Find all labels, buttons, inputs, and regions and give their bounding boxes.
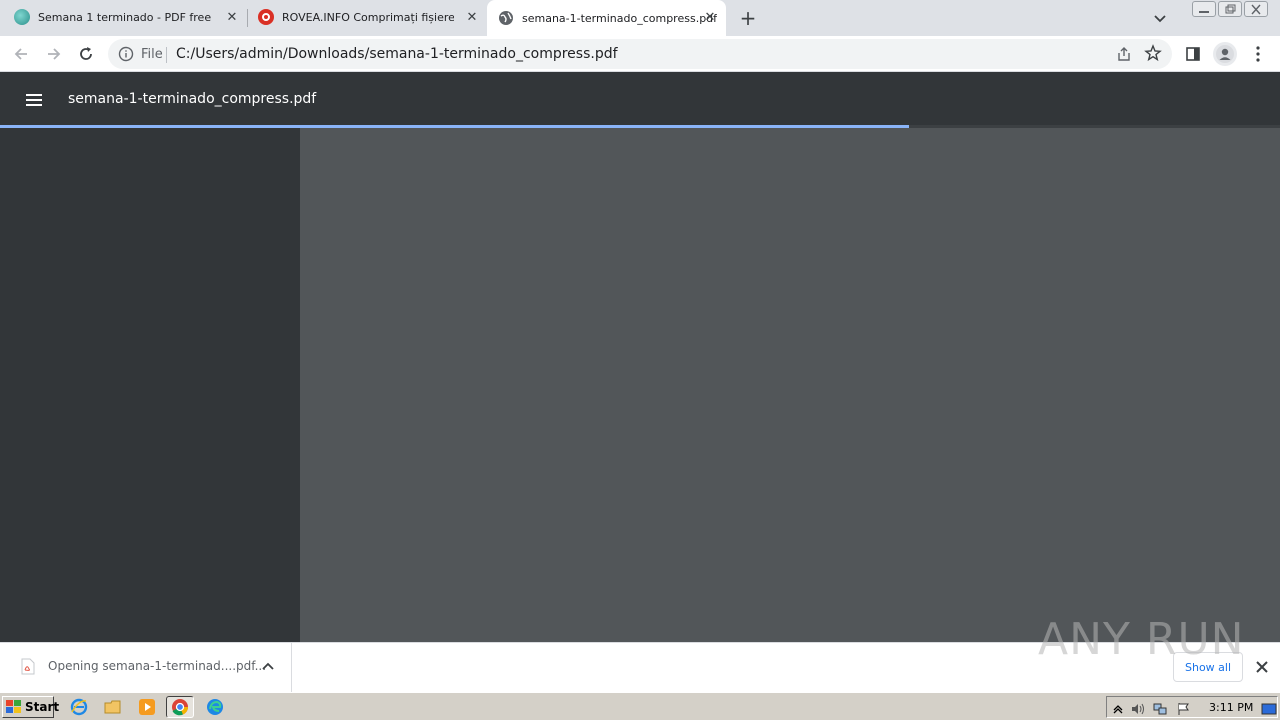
close-icon[interactable]: ✕	[464, 9, 480, 25]
url-text[interactable]: C:/Users/admin/Downloads/semana-1-termin…	[176, 46, 618, 62]
media-player-icon[interactable]	[138, 698, 156, 716]
browser-window: Semana 1 terminado - PDF free ✕ ROVEA.IN…	[0, 0, 1280, 720]
chrome-taskbar-icon[interactable]	[166, 696, 194, 718]
forward-arrow-icon[interactable]	[42, 42, 66, 66]
pdf-file-icon	[21, 658, 35, 675]
edge-icon[interactable]	[206, 698, 224, 716]
kebab-menu-icon[interactable]	[1246, 42, 1270, 66]
scheme-label: File	[141, 47, 163, 62]
tab-title: Semana 1 terminado - PDF free	[38, 10, 212, 24]
pdf-title: semana-1-terminado_compress.pdf	[68, 91, 317, 107]
close-shelf-icon[interactable]	[1253, 658, 1271, 676]
show-desktop-icon[interactable]	[1261, 701, 1277, 715]
network-icon[interactable]	[1153, 701, 1167, 715]
tab-rovea[interactable]: ROVEA.INFO Comprimați fișiere PDF ✕	[258, 0, 486, 34]
tab-strip: Semana 1 terminado - PDF free ✕ ROVEA.IN…	[0, 0, 1280, 36]
windows-taskbar: Start 3:11 PM	[0, 692, 1280, 720]
start-button[interactable]: Start	[2, 696, 59, 718]
chevron-up-icon[interactable]	[259, 658, 277, 676]
tab-title: semana-1-terminado_compress.pdf	[522, 11, 718, 25]
browser-toolbar: File C:/Users/admin/Downloads/semana-1-t…	[0, 36, 1280, 72]
close-icon[interactable]: ✕	[702, 9, 718, 25]
tab-title: ROVEA.INFO Comprimați fișiere PDF	[282, 10, 454, 24]
tab-separator	[247, 9, 248, 27]
side-panel-icon[interactable]	[1181, 42, 1205, 66]
omnibox-divider	[166, 47, 167, 63]
anyrun-watermark: ANY RUN	[1038, 614, 1245, 665]
reload-icon[interactable]	[74, 42, 98, 66]
info-icon[interactable]	[118, 46, 134, 62]
download-item[interactable]: Opening semana-1-terminad....pdf...	[0, 643, 292, 692]
close-icon[interactable]: ✕	[224, 9, 240, 25]
download-label: Opening semana-1-terminad....pdf...	[48, 659, 267, 673]
internet-explorer-icon[interactable]	[70, 698, 88, 716]
share-icon[interactable]	[1116, 46, 1132, 62]
tab-semana-pdf-free[interactable]: Semana 1 terminado - PDF free ✕	[14, 0, 246, 34]
tab-search-chevron-icon[interactable]	[1150, 8, 1170, 28]
window-close-icon[interactable]	[1244, 1, 1268, 17]
restore-icon[interactable]	[1218, 1, 1242, 17]
bookmark-star-icon[interactable]	[1144, 44, 1162, 62]
back-arrow-icon[interactable]	[9, 42, 33, 66]
taskbar-clock: 3:11 PM	[1209, 701, 1254, 714]
action-center-flag-icon[interactable]	[1177, 701, 1191, 715]
site-favicon-icon	[14, 9, 30, 25]
tab-pdf-active[interactable]: semana-1-terminado_compress.pdf ✕	[487, 0, 726, 36]
new-tab-plus-icon[interactable]: +	[736, 6, 760, 30]
file-explorer-icon[interactable]	[104, 698, 122, 716]
address-bar[interactable]: File C:/Users/admin/Downloads/semana-1-t…	[108, 39, 1172, 69]
pdf-document-viewer[interactable]	[300, 128, 1280, 642]
window-controls	[1192, 1, 1268, 17]
opera-favicon-icon	[258, 9, 274, 25]
globe-icon	[498, 10, 514, 26]
pdf-thumbnail-sidebar	[0, 128, 300, 642]
profile-avatar-icon[interactable]	[1213, 42, 1237, 66]
windows-logo-icon	[6, 700, 22, 714]
start-label: Start	[25, 700, 60, 714]
hamburger-menu-icon[interactable]	[22, 88, 46, 112]
volume-icon[interactable]	[1131, 701, 1145, 715]
pdf-toolbar: semana-1-terminado_compress.pdf	[0, 72, 1280, 128]
minimize-icon[interactable]	[1192, 1, 1216, 17]
show-hidden-icons-icon[interactable]	[1111, 701, 1125, 715]
system-tray: 3:11 PM	[1106, 696, 1278, 718]
